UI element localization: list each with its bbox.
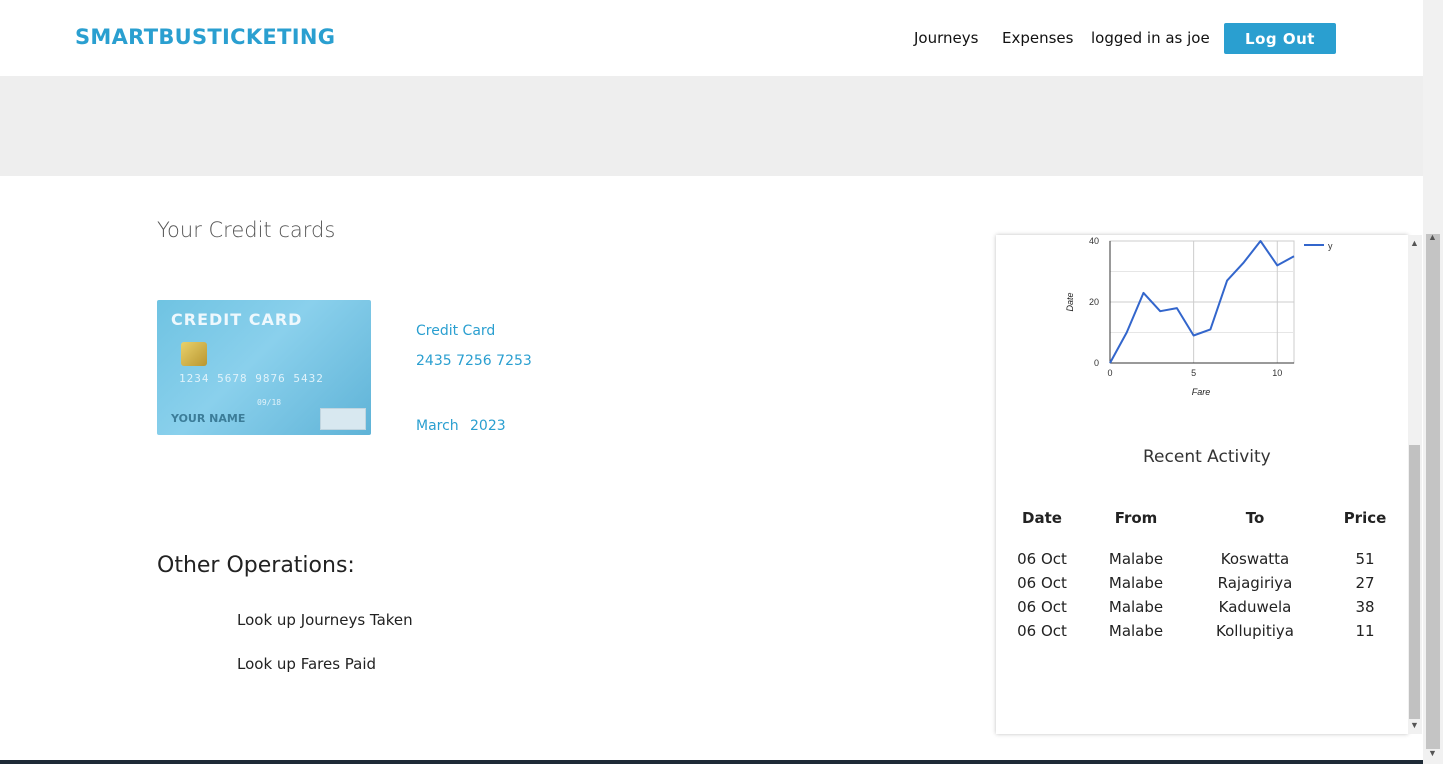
cell-to: Koswatta — [1220, 550, 1290, 568]
banner — [0, 76, 1423, 176]
x-tick-label: 5 — [1191, 368, 1196, 378]
navbar: SMARTBUSTICKETING Journeys Expenses logg… — [0, 0, 1423, 76]
nav-journeys-link[interactable]: Journeys — [914, 29, 978, 47]
cell-from: Malabe — [1108, 598, 1164, 616]
other-operations-title: Other Operations: — [157, 553, 355, 578]
recent-activity-title: Recent Activity — [1143, 447, 1271, 467]
panel-scrollbar-thumb[interactable] — [1409, 445, 1420, 719]
logged-in-user: logged in as joe — [1091, 29, 1210, 47]
legend-label-y: y — [1328, 241, 1333, 251]
cell-to: Kaduwela — [1218, 598, 1292, 616]
lookup-journeys-link[interactable]: Look up Journeys Taken — [237, 611, 413, 629]
chart-grid — [1109, 240, 1295, 364]
header-date: Date — [1022, 509, 1062, 527]
header-to: To — [1245, 509, 1265, 527]
cell-date: 06 Oct — [1017, 622, 1067, 640]
cell-price: 38 — [1355, 598, 1375, 616]
x-axis-label: Fare — [1192, 387, 1211, 397]
card-chip-icon — [181, 342, 207, 366]
card-image-name: YOUR NAME — [171, 412, 246, 425]
taskbar-edge — [0, 760, 1423, 764]
card-number-link[interactable]: 2435 7256 7253 — [416, 353, 532, 369]
card-signature-box — [320, 408, 366, 430]
table-row: 06 Oct Malabe Koswatta 51 — [1000, 547, 1408, 571]
y-tick-label: 20 — [1089, 297, 1099, 307]
panel-scroll-up-icon[interactable]: ▲ — [1410, 238, 1419, 248]
card-type-link[interactable]: Credit Card — [416, 323, 495, 339]
logout-button[interactable]: Log Out — [1224, 23, 1336, 54]
credit-cards-title: Your Credit cards — [157, 218, 336, 242]
cell-to: Rajagiriya — [1217, 574, 1293, 592]
header-from: From — [1114, 509, 1158, 527]
y-axis-label: Date — [1065, 292, 1075, 311]
recent-activity-table: Date From To Price 06 Oct Malabe Koswatt… — [1000, 502, 1408, 643]
page-scrollbar-thumb[interactable] — [1426, 234, 1440, 749]
card-image-header: CREDIT CARD — [171, 310, 303, 329]
table-row: 06 Oct Malabe Kollupitiya 11 — [1000, 619, 1408, 643]
page-scroll-up-icon[interactable]: ▲ — [1428, 232, 1437, 242]
table-header-row: Date From To Price — [1000, 502, 1408, 534]
cell-from: Malabe — [1108, 550, 1164, 568]
card-image-number: 1234 5678 9876 5432 — [179, 372, 324, 385]
cell-price: 51 — [1355, 550, 1375, 568]
y-tick-label: 40 — [1089, 236, 1099, 246]
x-tick-label: 0 — [1107, 368, 1112, 378]
cell-date: 06 Oct — [1017, 550, 1067, 568]
cell-price: 27 — [1355, 574, 1375, 592]
fare-chart: 0 5 10 0 20 40 y Fare Date — [1065, 236, 1333, 397]
lookup-fares-link[interactable]: Look up Fares Paid — [237, 655, 376, 673]
cell-from: Malabe — [1108, 574, 1164, 592]
brand-logo[interactable]: SMARTBUSTICKETING — [75, 25, 335, 49]
card-expiry-year[interactable]: 2023 — [470, 418, 506, 434]
nav-expenses-link[interactable]: Expenses — [1002, 29, 1073, 47]
header-price: Price — [1343, 509, 1387, 527]
cell-to: Kollupitiya — [1216, 622, 1294, 640]
card-expiry-month[interactable]: March — [416, 418, 459, 434]
y-tick-label: 0 — [1094, 358, 1099, 368]
cell-from: Malabe — [1108, 622, 1164, 640]
chart-axes: 0 5 10 0 20 40 — [1089, 236, 1294, 378]
table-row: 06 Oct Malabe Kaduwela 38 — [1000, 595, 1408, 619]
cell-date: 06 Oct — [1017, 574, 1067, 592]
page-scroll-down-icon[interactable]: ▼ — [1428, 748, 1437, 758]
cell-date: 06 Oct — [1017, 598, 1067, 616]
credit-card-image: CREDIT CARD 1234 5678 9876 5432 09/18 YO… — [157, 300, 371, 435]
cell-price: 11 — [1355, 622, 1375, 640]
table-row: 06 Oct Malabe Rajagiriya 27 — [1000, 571, 1408, 595]
panel-scroll-down-icon[interactable]: ▼ — [1410, 720, 1419, 730]
table-spacer — [1000, 534, 1408, 547]
card-image-expiry: 09/18 — [257, 398, 282, 407]
x-tick-label: 10 — [1272, 368, 1282, 378]
